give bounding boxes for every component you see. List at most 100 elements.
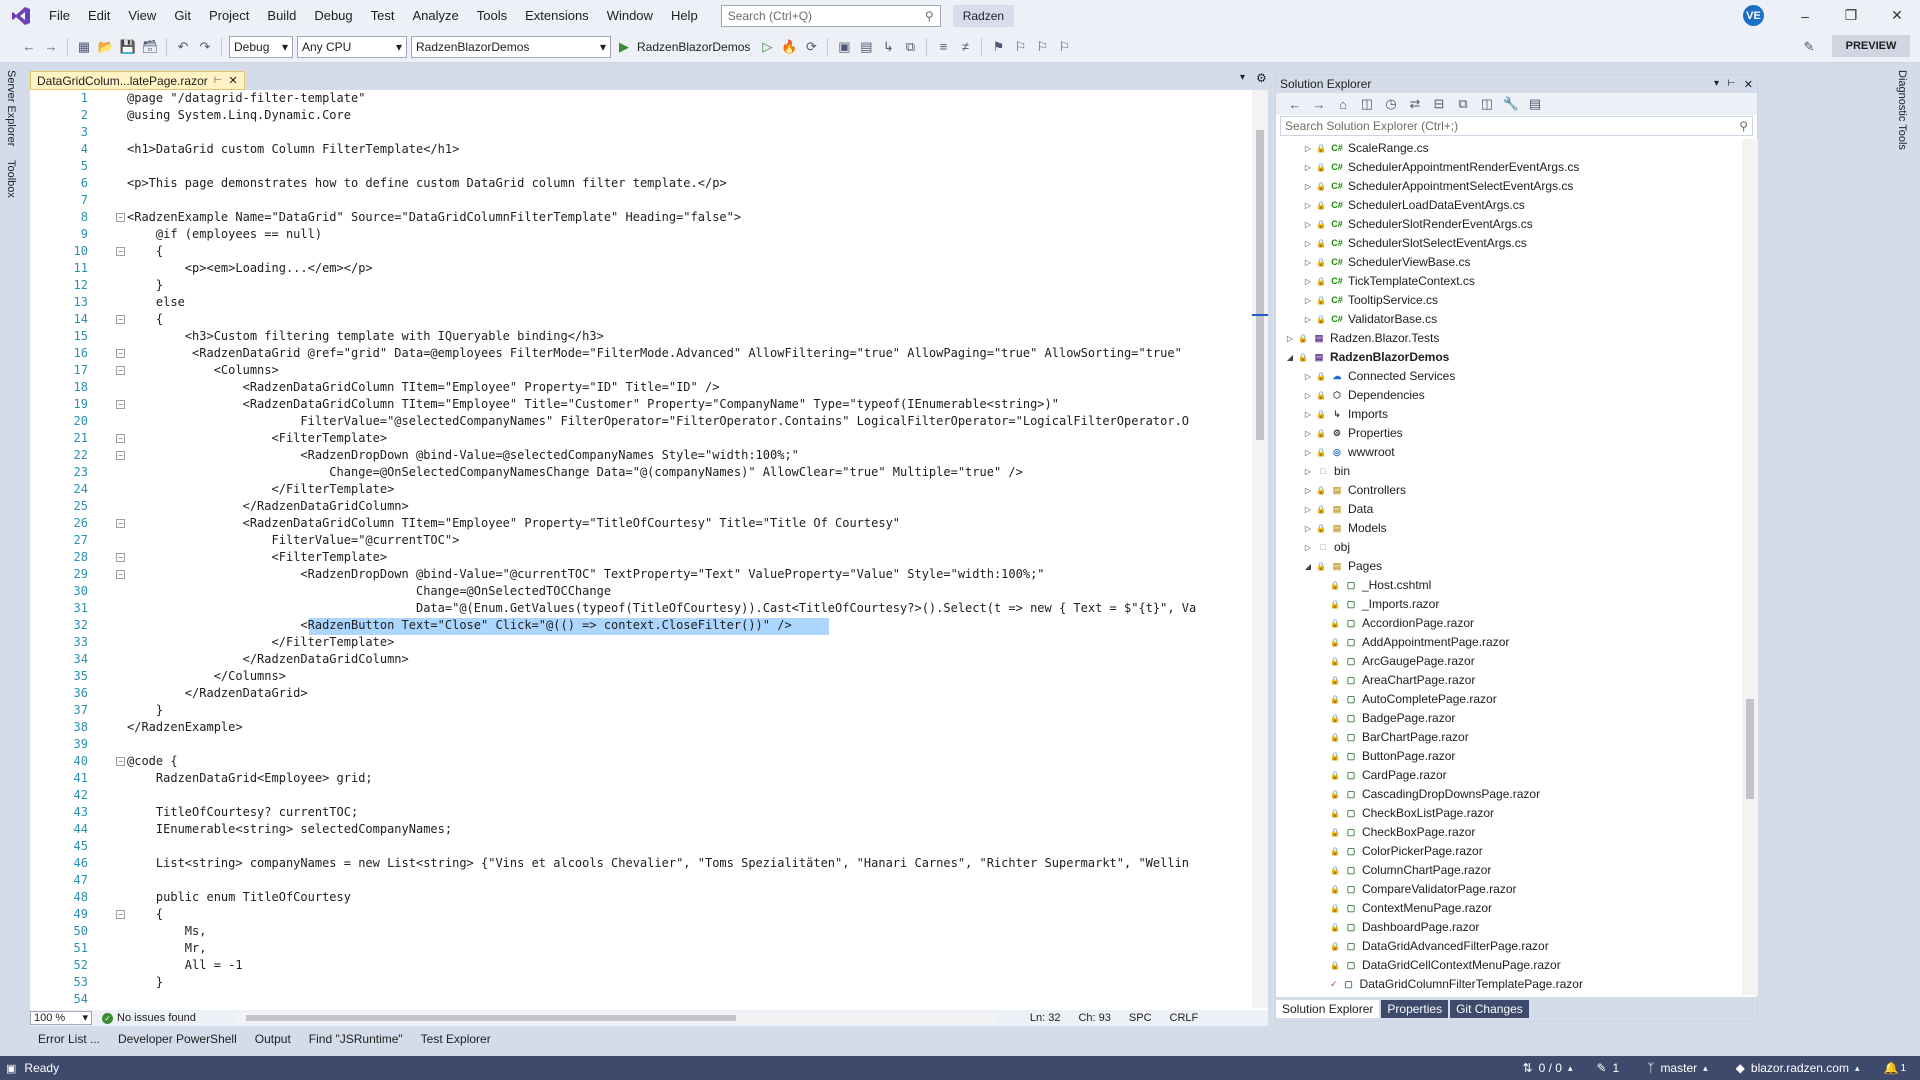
code-line[interactable]: IEnumerable<string> selectedCompanyNames… (127, 821, 452, 838)
tree-item[interactable]: ▷ 🔒 C# TooltipService.cs (1304, 291, 1438, 310)
scrollbar-thumb[interactable] (245, 1015, 736, 1021)
tree-item[interactable]: ▷ 🔒 ▤ Data (1304, 500, 1373, 519)
tree-item[interactable]: ▷ 🔒 ☁ Connected Services (1304, 367, 1455, 386)
code-line[interactable]: <RadzenDataGrid @ref="grid" Data=@employ… (127, 345, 1189, 362)
bookmark-icon[interactable]: ⚑ (989, 38, 1007, 56)
tree-item[interactable]: 🔒 ▢ CompareValidatorPage.razor (1330, 880, 1517, 899)
chevron-up-icon[interactable]: ▴ (1855, 1063, 1860, 1074)
tree-item[interactable]: ▷ 🔒 ▤ Models (1304, 519, 1387, 538)
global-search-input[interactable]: Search (Ctrl+Q) ⚲ (720, 4, 941, 27)
repo-icon[interactable]: ◆ (1736, 1061, 1745, 1075)
fold-toggle-icon[interactable]: − (116, 247, 125, 256)
tree-item[interactable]: 🔒 ▢ AutoCompletePage.razor (1330, 690, 1497, 709)
tree-item[interactable]: ▷ 🔒 C# SchedulerAppointmentRenderEventArgs.… (1304, 158, 1580, 177)
code-line[interactable]: { (127, 906, 163, 923)
tab-git-changes[interactable]: Git Changes (1450, 1000, 1529, 1018)
collapsed-chevron-icon[interactable]: ▷ (1304, 519, 1312, 538)
bell-icon[interactable]: 🔔 (1883, 1061, 1898, 1075)
code-line[interactable]: @if (employees == null) (127, 226, 322, 243)
tree-item[interactable]: ▷ □ obj (1304, 538, 1350, 557)
fold-toggle-icon[interactable]: − (116, 315, 125, 324)
branch-name[interactable]: master (1660, 1061, 1697, 1075)
collapsed-chevron-icon[interactable]: ▷ (1304, 462, 1312, 481)
start-debug-icon[interactable]: ▶ (615, 38, 633, 56)
back-icon[interactable]: ← (20, 38, 38, 56)
code-line[interactable]: <RadzenExample Name="DataGrid" Source="D… (127, 209, 741, 226)
collapsed-chevron-icon[interactable]: ▷ (1304, 177, 1312, 196)
refresh-icon[interactable]: ⟳ (802, 38, 820, 56)
code-line[interactable]: FilterValue="@currentTOC"> (127, 532, 459, 549)
chevron-down-icon[interactable]: ▾ (1714, 78, 1719, 91)
tree-item[interactable]: 🔒 ▢ ButtonPage.razor (1330, 747, 1455, 766)
browser-link-icon[interactable]: ▣ (835, 38, 853, 56)
tree-item[interactable]: 🔒 ▢ AreaChartPage.razor (1330, 671, 1475, 690)
whitespace-indicator[interactable]: SPC (1129, 1012, 1152, 1024)
menu-item[interactable]: Analyze (403, 0, 467, 31)
issues-status[interactable]: No issues found (117, 1012, 196, 1024)
menu-item[interactable]: Tools (468, 0, 516, 31)
preview-selected-icon[interactable]: ▤ (1526, 95, 1544, 113)
tree-item[interactable]: ▷ 🔒 C# SchedulerViewBase.cs (1304, 253, 1471, 272)
menu-item[interactable]: View (119, 0, 165, 31)
code-editor[interactable]: 1 2 3 4 5 6 7 8 9 10 11 12 13 14 15 16 17 18 19 20 21 22 23 24 2… (30, 90, 1268, 1010)
tree-item[interactable]: ▷ 🔒 C# ValidatorBase.cs (1304, 310, 1437, 329)
restore-icon[interactable]: ❐ (1828, 0, 1874, 31)
collapsed-chevron-icon[interactable]: ▷ (1286, 329, 1294, 348)
code-line[interactable]: Data="@(Enum.GetValues(typeof(TitleOfCou… (127, 600, 1196, 617)
collapsed-chevron-icon[interactable]: ▷ (1304, 215, 1312, 234)
code-line[interactable]: @using System.Linq.Dynamic.Core (127, 107, 351, 124)
fold-toggle-icon[interactable]: − (116, 366, 125, 375)
code-area[interactable]: @page "/datagrid-filter-template" @using … (127, 90, 1253, 1008)
code-line[interactable]: else (127, 294, 185, 311)
code-line[interactable]: @page "/datagrid-filter-template" (127, 90, 365, 107)
save-all-icon[interactable]: 🗃 (141, 38, 159, 56)
tree-item[interactable]: 🔒 ▢ AccordionPage.razor (1330, 614, 1474, 633)
solution-name-badge[interactable]: Radzen (952, 4, 1015, 27)
menu-item[interactable]: Window (598, 0, 662, 31)
tree-item[interactable]: ▷ 🔒 ⬡ Dependencies (1304, 386, 1425, 405)
collapsed-chevron-icon[interactable]: ▷ (1304, 196, 1312, 215)
minimize-icon[interactable]: – (1782, 0, 1828, 31)
gear-icon[interactable]: ⚙ (1256, 71, 1267, 85)
fold-toggle-icon[interactable]: − (116, 757, 125, 766)
collapsed-chevron-icon[interactable]: ▷ (1304, 310, 1312, 329)
tree-item[interactable]: 🔒 ▢ _Imports.razor (1330, 595, 1439, 614)
collapsed-chevron-icon[interactable]: ▷ (1304, 253, 1312, 272)
server-explorer-tab[interactable]: Server Explorer (5, 70, 17, 146)
tree-item[interactable]: ◢ 🔒 ▤ Pages (1304, 557, 1382, 576)
code-line[interactable]: <h3>Custom filtering template with IQuer… (127, 328, 604, 345)
tree-item[interactable]: ▷ 🔒 ↳ Imports (1304, 405, 1388, 424)
forward-icon[interactable]: → (1310, 95, 1328, 113)
code-line[interactable]: <RadzenButton Text="Close" Click="@(() =… (127, 617, 791, 634)
fold-toggle-icon[interactable]: − (116, 519, 125, 528)
collapsed-chevron-icon[interactable]: ▷ (1304, 272, 1312, 291)
pin-icon[interactable]: ⊢ (214, 75, 223, 86)
collapse-all-icon[interactable]: ⊟ (1430, 95, 1448, 113)
collapsed-chevron-icon[interactable]: ▷ (1304, 481, 1312, 500)
menu-item[interactable]: Extensions (516, 0, 598, 31)
tree-item[interactable]: 🔒 ▢ _Host.cshtml (1330, 576, 1431, 595)
code-line[interactable]: </FilterTemplate> (127, 634, 394, 651)
fold-toggle-icon[interactable]: − (116, 349, 125, 358)
code-line[interactable]: } (127, 277, 163, 294)
tree-item[interactable]: 🔒 ▢ CascadingDropDownsPage.razor (1330, 785, 1540, 804)
bottom-tool-tab[interactable]: Find "JSRuntime" (301, 1032, 411, 1046)
toolbox-tab[interactable]: Toolbox (5, 160, 17, 198)
pencil-icon[interactable]: ✎ (1596, 1061, 1606, 1075)
line-ending-indicator[interactable]: CRLF (1170, 1012, 1199, 1024)
notification-count[interactable]: 1 (1900, 1063, 1906, 1074)
sync-icon[interactable]: ⇄ (1406, 95, 1424, 113)
sync-status[interactable]: 0 / 0 (1539, 1061, 1562, 1075)
comment-icon[interactable]: ≠ (956, 38, 974, 56)
fold-toggle-icon[interactable]: − (116, 553, 125, 562)
code-line[interactable]: </Columns> (127, 668, 286, 685)
column-indicator[interactable]: Ch: 93 (1078, 1012, 1110, 1024)
fold-toggle-icon[interactable]: − (116, 570, 125, 579)
fold-toggle-icon[interactable]: − (116, 400, 125, 409)
tree-item[interactable]: ▷ 🔒 C# ScaleRange.cs (1304, 139, 1429, 158)
fold-toggle-icon[interactable]: − (116, 434, 125, 443)
expanded-chevron-icon[interactable]: ◢ (1286, 348, 1294, 367)
code-line[interactable]: </RadzenExample> (127, 719, 243, 736)
scrollbar-thumb[interactable] (1256, 130, 1264, 440)
code-line[interactable]: All = -1 (127, 957, 243, 974)
